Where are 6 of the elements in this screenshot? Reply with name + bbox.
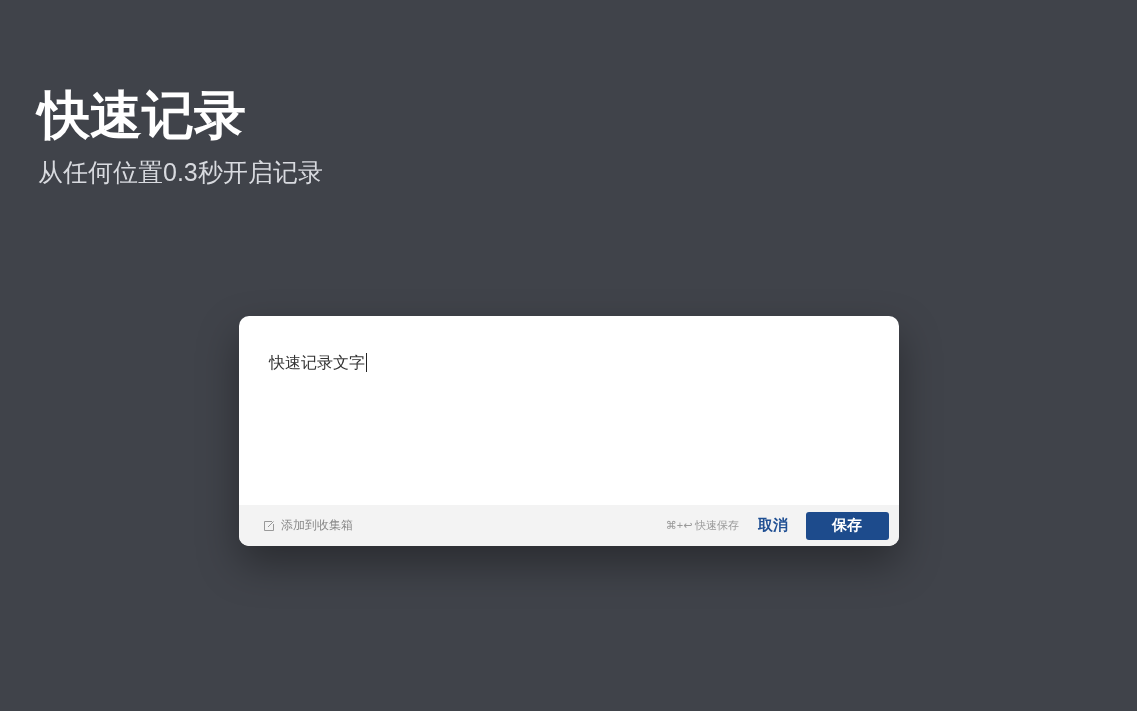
edit-icon <box>262 519 275 532</box>
save-button[interactable]: 保存 <box>805 511 889 540</box>
shortcut-hint: ⌘+↩ 快速保存 <box>665 518 740 533</box>
note-field[interactable]: 快速记录文字 <box>238 316 899 505</box>
page-subtitle: 从任何位置0.3秒开启记录 <box>38 157 323 188</box>
cancel-button[interactable]: 取消 <box>755 512 790 539</box>
